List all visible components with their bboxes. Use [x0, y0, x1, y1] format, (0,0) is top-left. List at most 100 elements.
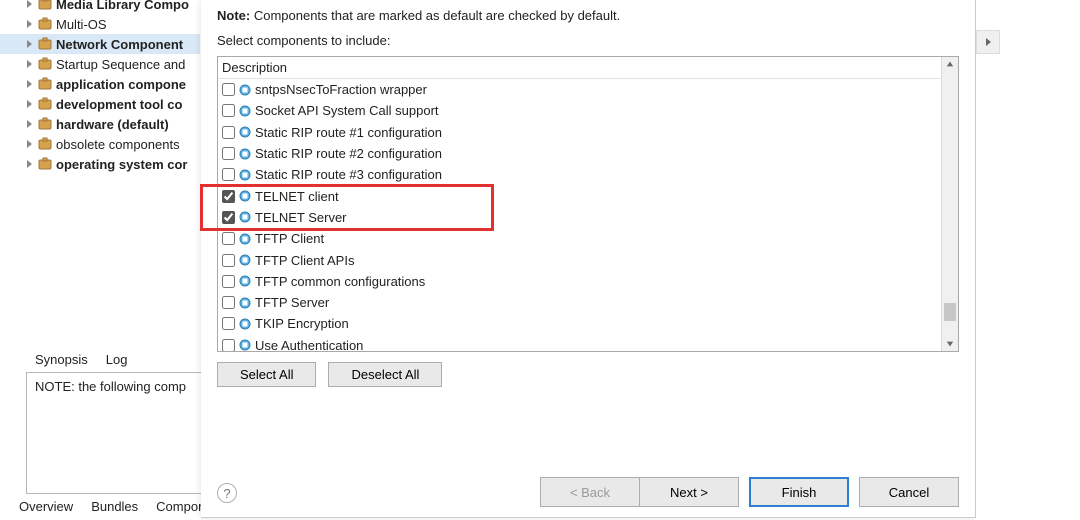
package-icon: [38, 157, 52, 171]
list-item[interactable]: Static RIP route #1 configuration: [218, 122, 941, 143]
component-checkbox[interactable]: [222, 104, 235, 117]
note-label: Note:: [217, 8, 250, 23]
expand-icon[interactable]: [22, 77, 36, 91]
tab-log[interactable]: Log: [97, 349, 137, 370]
list-item[interactable]: TFTP common configurations: [218, 271, 941, 292]
component-label: TFTP Server: [255, 295, 329, 310]
list-item[interactable]: sntpsNsecToFraction wrapper: [218, 79, 941, 100]
component-icon: [239, 254, 251, 266]
package-icon: [38, 137, 52, 151]
cancel-button[interactable]: Cancel: [859, 477, 959, 507]
tree-pane: Media Library Compo Multi-OS Network Compo…: [0, 0, 200, 349]
component-checkbox[interactable]: [222, 275, 235, 288]
tree-item-label: operating system cor: [56, 157, 188, 172]
component-checkbox[interactable]: [222, 190, 235, 203]
component-label: Use Authentication: [255, 338, 363, 351]
tree-item-label: hardware (default): [56, 117, 169, 132]
list-header[interactable]: Description: [218, 57, 941, 79]
component-checkbox[interactable]: [222, 211, 235, 224]
select-all-button[interactable]: Select All: [217, 362, 316, 387]
component-icon: [239, 275, 251, 287]
back-button: < Back: [540, 477, 640, 507]
expand-icon[interactable]: [22, 0, 36, 11]
component-icon: [239, 211, 251, 223]
component-icon: [239, 148, 251, 160]
next-button[interactable]: Next >: [639, 477, 739, 507]
component-label: TFTP Client: [255, 231, 324, 246]
list-item[interactable]: TKIP Encryption: [218, 313, 941, 334]
tree-item[interactable]: application compone: [0, 74, 200, 94]
list-item[interactable]: TELNET client: [218, 185, 941, 206]
component-checkbox[interactable]: [222, 317, 235, 330]
scroll-end-icon[interactable]: [976, 30, 1000, 54]
expand-icon[interactable]: [22, 17, 36, 31]
component-label: TFTP common configurations: [255, 274, 425, 289]
log-text: NOTE: the following comp: [35, 379, 186, 394]
component-icon: [239, 339, 251, 351]
finish-button[interactable]: Finish: [749, 477, 849, 507]
component-checkbox[interactable]: [222, 126, 235, 139]
component-label: TELNET Server: [255, 210, 347, 225]
note-text: Components that are marked as default ar…: [250, 8, 620, 23]
tree-item[interactable]: Media Library Compo: [0, 0, 200, 14]
component-checkbox[interactable]: [222, 147, 235, 160]
tab-synopsis[interactable]: Synopsis: [26, 349, 97, 370]
tree-item-label: obsolete components: [56, 137, 180, 152]
tree-item[interactable]: hardware (default): [0, 114, 200, 134]
package-icon: [38, 0, 52, 11]
list-item[interactable]: Use Authentication: [218, 335, 941, 351]
tree-item[interactable]: operating system cor: [0, 154, 200, 174]
expand-icon[interactable]: [22, 57, 36, 71]
component-checkbox[interactable]: [222, 254, 235, 267]
list-item[interactable]: TELNET Server: [218, 207, 941, 228]
tree-item[interactable]: Startup Sequence and: [0, 54, 200, 74]
component-label: Static RIP route #2 configuration: [255, 146, 442, 161]
scroll-thumb[interactable]: [944, 303, 956, 321]
component-checkbox[interactable]: [222, 168, 235, 181]
list-item[interactable]: Static RIP route #2 configuration: [218, 143, 941, 164]
tab-bundles[interactable]: Bundles: [82, 496, 147, 517]
tree-item[interactable]: obsolete components: [0, 134, 200, 154]
component-list: Description sntpsNsecToFraction wrapperS…: [217, 56, 959, 352]
component-dialog: Note: Components that are marked as defa…: [201, 0, 976, 518]
vertical-scrollbar[interactable]: [941, 57, 958, 351]
list-item[interactable]: TFTP Client APIs: [218, 249, 941, 270]
tree-item[interactable]: Multi-OS: [0, 14, 200, 34]
expand-icon[interactable]: [22, 157, 36, 171]
component-icon: [239, 233, 251, 245]
component-checkbox[interactable]: [222, 296, 235, 309]
list-item[interactable]: TFTP Server: [218, 292, 941, 313]
package-icon: [38, 97, 52, 111]
component-checkbox[interactable]: [222, 83, 235, 96]
scroll-up-icon[interactable]: [942, 57, 958, 71]
tree-item-label: Multi-OS: [56, 17, 107, 32]
component-label: Static RIP route #3 configuration: [255, 167, 442, 182]
tree-item[interactable]: development tool co: [0, 94, 200, 114]
list-item[interactable]: Socket API System Call support: [218, 100, 941, 121]
component-icon: [239, 297, 251, 309]
list-item[interactable]: Static RIP route #3 configuration: [218, 164, 941, 185]
component-checkbox[interactable]: [222, 232, 235, 245]
deselect-all-button[interactable]: Deselect All: [328, 362, 442, 387]
bottom-editor-tabs: Overview Bundles Compone: [10, 496, 222, 517]
component-icon: [239, 190, 251, 202]
component-checkbox[interactable]: [222, 339, 235, 351]
tree-item-label: Startup Sequence and: [56, 57, 185, 72]
component-label: Static RIP route #1 configuration: [255, 125, 442, 140]
component-label: TKIP Encryption: [255, 316, 349, 331]
expand-icon[interactable]: [22, 137, 36, 151]
component-icon: [239, 126, 251, 138]
component-icon: [239, 318, 251, 330]
tree-item-label: Media Library Compo: [56, 0, 189, 12]
tree-item[interactable]: Network Component: [0, 34, 200, 54]
expand-icon[interactable]: [22, 37, 36, 51]
help-icon[interactable]: ?: [217, 483, 237, 503]
tab-overview[interactable]: Overview: [10, 496, 82, 517]
expand-icon[interactable]: [22, 117, 36, 131]
expand-icon[interactable]: [22, 97, 36, 111]
tree-item-label: development tool co: [56, 97, 182, 112]
component-label: TFTP Client APIs: [255, 253, 354, 268]
list-item[interactable]: TFTP Client: [218, 228, 941, 249]
scroll-down-icon[interactable]: [942, 337, 958, 351]
component-icon: [239, 84, 251, 96]
